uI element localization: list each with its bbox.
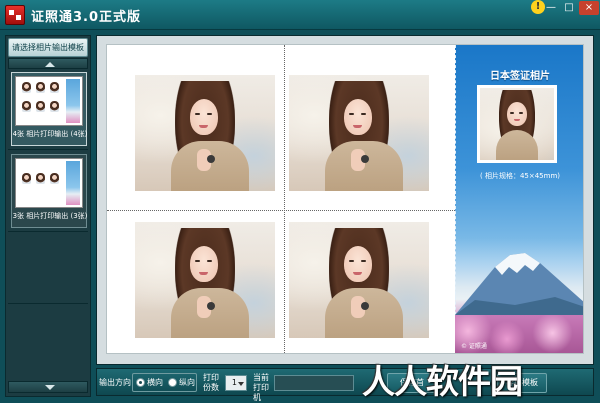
minimize-button[interactable]: —: [541, 1, 561, 15]
mini-blue-panel: [66, 79, 80, 123]
portrait-photo[interactable]: [135, 222, 275, 338]
orientation-group: 横向 纵向: [132, 373, 197, 392]
photo-face: [190, 99, 218, 135]
portrait-photo[interactable]: [289, 75, 429, 191]
visa-info-panel: 日本签证相片 ( 相片规格：45×45mm) © 证照通: [455, 45, 583, 353]
template-thumbnail: [15, 158, 83, 208]
panel-copyright: © 证照通: [461, 343, 487, 350]
orientation-landscape-radio[interactable]: [136, 378, 145, 387]
print-sheet: 日本签证相片 ( 相片规格：45×45mm) © 证照通: [106, 44, 584, 354]
photo-pendant: [361, 155, 369, 163]
photo-pendant: [207, 155, 215, 163]
orientation-portrait-radio[interactable]: [168, 378, 177, 387]
visa-panel-title: 日本签证相片: [490, 71, 550, 82]
photo-eye: [207, 260, 212, 262]
printer-select[interactable]: [274, 375, 354, 391]
template-item-3-photo[interactable]: 3张 相片打印输出 (3张): [11, 154, 87, 228]
template-label: 4张 相片打印输出 (4张): [12, 130, 88, 138]
template-item-4-photo[interactable]: 4张 相片打印输出 (4张): [11, 72, 87, 146]
mini-photo: [50, 101, 59, 112]
divider: [8, 149, 88, 150]
portrait-photo[interactable]: [135, 75, 275, 191]
photo-face: [507, 102, 527, 126]
photo-eye: [519, 112, 523, 114]
orientation-portrait-label[interactable]: 纵向: [179, 377, 195, 388]
sidebar-header: 请选择相片输出模板: [8, 38, 88, 57]
photo-pendant: [361, 302, 369, 310]
scroll-up-button[interactable]: [8, 58, 88, 69]
copies-select[interactable]: 1: [225, 375, 247, 391]
photo-eye: [510, 112, 514, 114]
template-label: 3张 相片打印输出 (3张): [12, 212, 88, 220]
copies-label: 打印份数: [203, 373, 219, 392]
photo-eye: [207, 113, 212, 115]
printer-label: 当前打印机: [253, 373, 269, 402]
mini-photo: [36, 173, 45, 184]
photo-face: [344, 246, 372, 282]
photo-face: [190, 246, 218, 282]
mini-photo: [22, 173, 31, 184]
scroll-down-button[interactable]: [8, 381, 88, 393]
visa-sample-photo: [477, 85, 557, 163]
close-button[interactable]: ×: [579, 1, 599, 15]
template-sidebar: 请选择相片输出模板 4张 相片打印输出 (4张) 3张 相片打印输出 (3张): [5, 35, 91, 397]
maximize-button[interactable]: □: [559, 1, 579, 15]
mini-photo: [50, 173, 59, 184]
divider: [8, 303, 88, 304]
app-logo-icon: [5, 5, 25, 25]
cut-line-horizontal: [107, 210, 457, 211]
mini-photo: [22, 82, 31, 93]
photo-eye: [349, 113, 354, 115]
divider: [8, 231, 88, 232]
photo-pendant: [207, 302, 215, 310]
portrait-photo[interactable]: [289, 222, 429, 338]
orientation-landscape-label[interactable]: 横向: [147, 377, 163, 388]
mini-photo: [36, 82, 45, 93]
photo-eye: [361, 260, 366, 262]
photo-eye: [195, 260, 200, 262]
visa-photo-spec: ( 相片规格：45×45mm): [479, 172, 560, 180]
site-watermark: 人人软件园: [362, 362, 523, 401]
mini-photo: [36, 101, 45, 112]
window-title: 证照通3.0正式版: [31, 10, 142, 25]
mount-fuji-illustration: [455, 253, 583, 315]
photo-eye: [361, 113, 366, 115]
cut-line-vertical: [284, 45, 285, 353]
photo-eye: [195, 113, 200, 115]
photo-eye: [349, 260, 354, 262]
preview-canvas: 日本签证相片 ( 相片规格：45×45mm) © 证照通: [96, 35, 594, 365]
title-bar: 证照通3.0正式版 ! — □ ×: [0, 0, 600, 30]
template-thumbnail: [15, 76, 83, 126]
mini-blue-panel: [66, 161, 80, 205]
portrait-photo-sample: [480, 88, 554, 160]
orientation-label: 输出方向: [99, 378, 131, 387]
mini-photo: [22, 101, 31, 112]
mini-photo: [50, 82, 59, 93]
photo-face: [344, 99, 372, 135]
